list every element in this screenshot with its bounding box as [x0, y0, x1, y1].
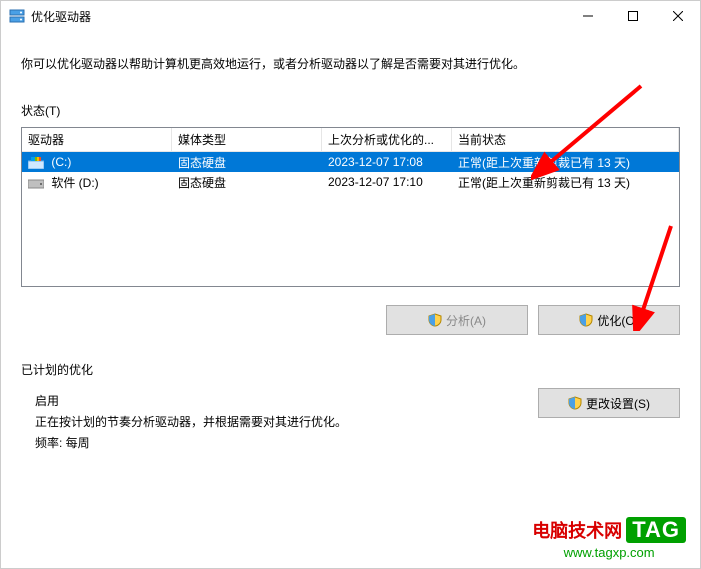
analyze-label: 分析(A): [446, 312, 486, 329]
titlebar: 优化驱动器: [1, 1, 700, 31]
schedule-enabled-label: 启用: [35, 392, 538, 409]
column-last-run[interactable]: 上次分析或优化的...: [322, 127, 452, 152]
drive-name: 软件 (D:): [51, 176, 98, 190]
watermark: 电脑技术网 TAG www.tagxp.com: [532, 517, 686, 560]
analyze-button: 分析(A): [386, 305, 528, 335]
list-header: 驱动器 媒体类型 上次分析或优化的... 当前状态: [22, 128, 679, 152]
shield-icon: [568, 396, 582, 410]
status-text: 正常(距上次重新剪裁已有 13 天): [452, 152, 679, 173]
minimize-button[interactable]: [565, 1, 610, 31]
column-media[interactable]: 媒体类型: [172, 127, 322, 152]
schedule-section-label: 已计划的优化: [21, 361, 680, 378]
change-settings-button[interactable]: 更改设置(S): [538, 388, 680, 418]
schedule-frequency: 频率: 每周: [35, 434, 538, 451]
watermark-tag: TAG: [626, 517, 686, 543]
last-run: 2023-12-07 17:08: [322, 153, 452, 171]
status-section-label: 状态(T): [21, 102, 680, 119]
drive-name: (C:): [51, 155, 71, 169]
shield-icon: [579, 313, 593, 327]
os-drive-icon: [28, 157, 44, 169]
media-type: 固态硬盘: [172, 172, 322, 193]
table-row[interactable]: 软件 (D:) 固态硬盘 2023-12-07 17:10 正常(距上次重新剪裁…: [22, 172, 679, 192]
drives-listbox[interactable]: 驱动器 媒体类型 上次分析或优化的... 当前状态 (C:) 固态硬盘: [21, 127, 680, 287]
schedule-description: 正在按计划的节奏分析驱动器，并根据需要对其进行优化。: [35, 413, 538, 430]
window-title: 优化驱动器: [31, 8, 565, 25]
watermark-url: www.tagxp.com: [532, 545, 686, 560]
watermark-brand-cn: 电脑技术网: [532, 517, 622, 543]
drive-icon: [28, 177, 44, 189]
status-text: 正常(距上次重新剪裁已有 13 天): [452, 172, 679, 193]
last-run: 2023-12-07 17:10: [322, 173, 452, 191]
media-type: 固态硬盘: [172, 152, 322, 173]
description-text: 你可以优化驱动器以帮助计算机更高效地运行，或者分析驱动器以了解是否需要对其进行优…: [21, 55, 680, 72]
table-row[interactable]: (C:) 固态硬盘 2023-12-07 17:08 正常(距上次重新剪裁已有 …: [22, 152, 679, 172]
column-drive[interactable]: 驱动器: [22, 127, 172, 152]
defrag-app-icon: [9, 8, 25, 24]
shield-icon: [428, 313, 442, 327]
maximize-button[interactable]: [610, 1, 655, 31]
window-controls: [565, 1, 700, 31]
optimize-button[interactable]: 优化(O): [538, 305, 680, 335]
optimize-label: 优化(O): [597, 312, 638, 329]
change-settings-label: 更改设置(S): [586, 395, 650, 412]
column-status[interactable]: 当前状态: [452, 127, 679, 152]
close-button[interactable]: [655, 1, 700, 31]
